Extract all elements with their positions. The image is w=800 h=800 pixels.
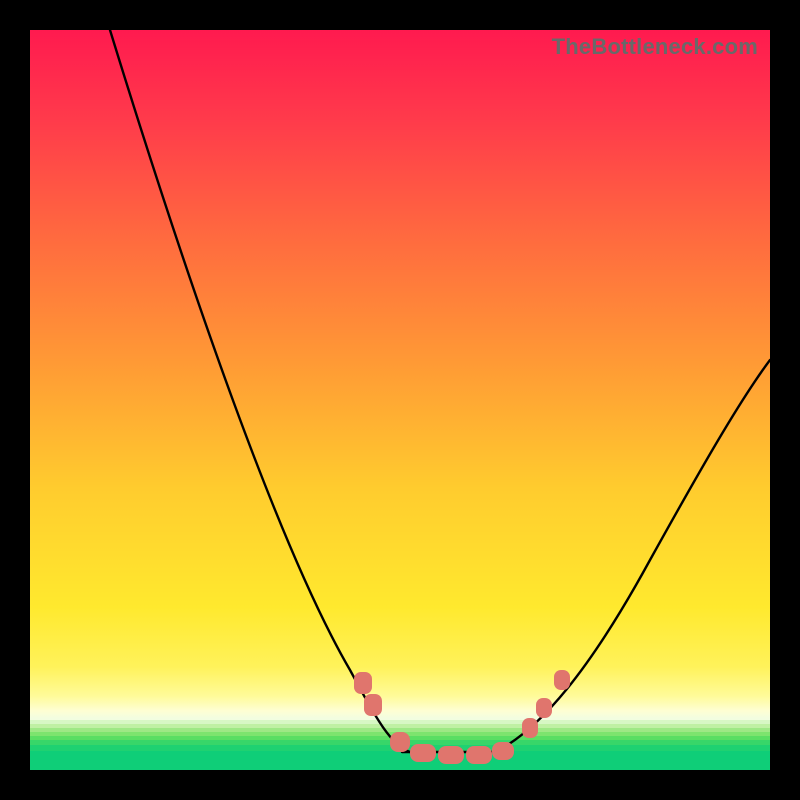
watermark-text: TheBottleneck.com bbox=[552, 34, 758, 60]
bottleneck-curve bbox=[30, 30, 770, 770]
chart-frame: TheBottleneck.com bbox=[0, 0, 800, 800]
plot-area: TheBottleneck.com bbox=[30, 30, 770, 770]
curve-markers bbox=[354, 670, 570, 764]
